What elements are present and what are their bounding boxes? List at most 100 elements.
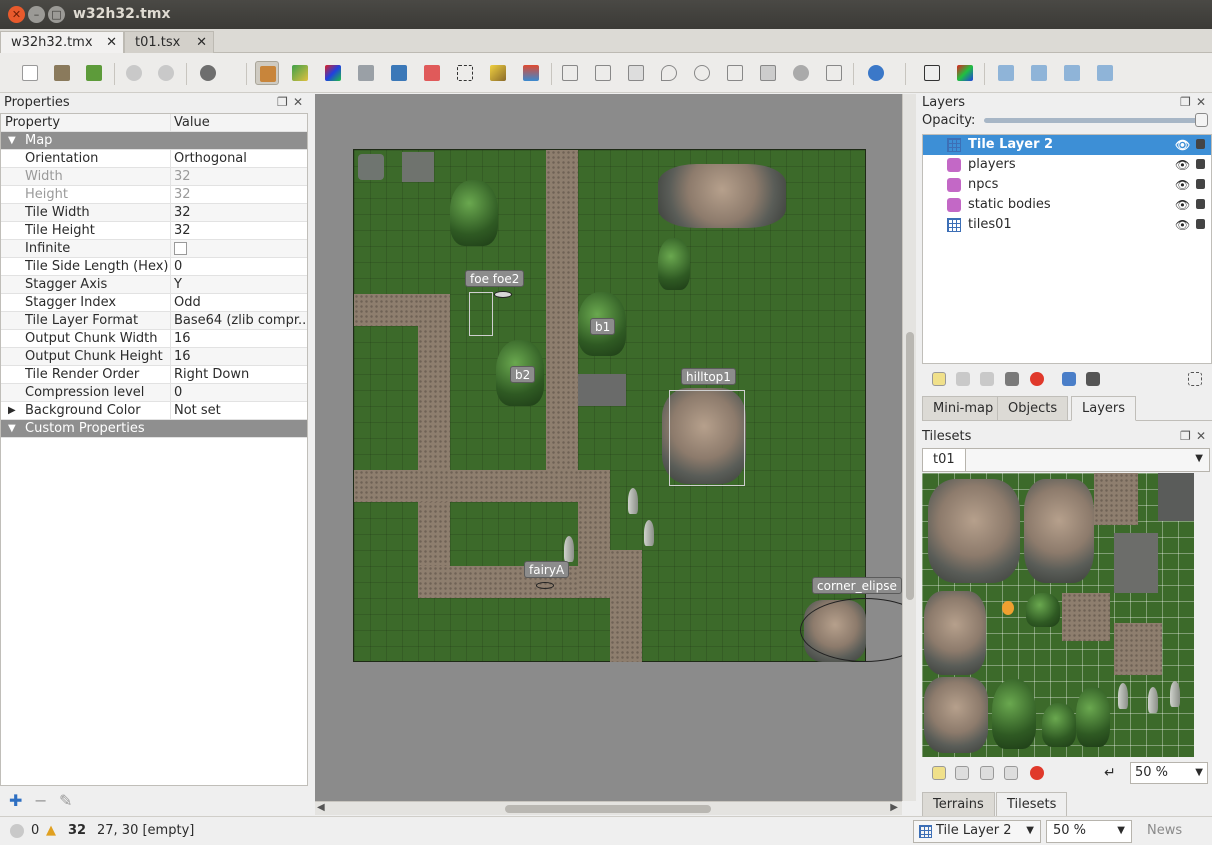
property-row[interactable]: Compression level 0	[1, 384, 307, 402]
property-row[interactable]: ▶ Background Color Not set	[1, 402, 307, 420]
warning-icon[interactable]: ▲	[46, 823, 56, 838]
property-value[interactable]: 32	[174, 186, 306, 203]
property-value[interactable]: Not set	[174, 402, 306, 419]
chevron-down-icon[interactable]: ▼	[1195, 453, 1203, 464]
property-value[interactable]: 32	[174, 168, 306, 185]
property-row[interactable]: Height 32	[1, 186, 307, 204]
insert-rectangle-icon[interactable]	[624, 61, 648, 85]
flip-horizontal-icon[interactable]	[994, 61, 1018, 85]
scroll-thumb[interactable]	[505, 805, 711, 813]
property-row[interactable]: Width 32	[1, 168, 307, 186]
tile-map[interactable]: foe foe2 b1 b2 hilltop1 fairyA corner_el…	[353, 149, 902, 662]
embed-tileset-icon[interactable]	[955, 766, 969, 780]
map-canvas[interactable]: foe foe2 b1 b2 hilltop1 fairyA corner_el…	[315, 94, 902, 801]
layer-item[interactable]: npcs 👁	[923, 175, 1211, 195]
shape-fill-icon[interactable]	[387, 61, 411, 85]
object-foe[interactable]	[469, 292, 493, 336]
commands-icon[interactable]	[196, 61, 220, 85]
layer-item[interactable]: players 👁	[923, 155, 1211, 175]
scroll-thumb[interactable]	[906, 332, 914, 600]
close-icon[interactable]: ✕	[196, 35, 207, 50]
lock-icon[interactable]	[1196, 159, 1205, 169]
bucket-fill-icon[interactable]	[354, 61, 378, 85]
insert-point-icon[interactable]	[657, 61, 681, 85]
column-header-property[interactable]: Property	[5, 114, 150, 131]
opacity-slider[interactable]	[984, 113, 1208, 127]
infinite-checkbox[interactable]	[174, 242, 187, 255]
property-row[interactable]: Orientation Orthogonal	[1, 150, 307, 168]
property-row[interactable]: Tile Height 32	[1, 222, 307, 240]
vertical-scrollbar[interactable]	[902, 94, 916, 801]
object-label-b1[interactable]: b1	[590, 318, 616, 335]
window-close-button[interactable]: ✕	[8, 6, 25, 23]
layer-item[interactable]: static bodies 👁	[923, 195, 1211, 215]
property-row[interactable]: Tile Side Length (Hex) 0	[1, 258, 307, 276]
tileset-tab[interactable]: t01	[923, 449, 966, 471]
new-map-icon[interactable]	[18, 61, 42, 85]
add-property-button[interactable]: ✚	[9, 791, 22, 810]
select-objects-icon[interactable]	[558, 61, 582, 85]
flip-vertical-icon[interactable]	[1027, 61, 1051, 85]
chevron-down-icon[interactable]: ▼	[1026, 825, 1034, 836]
float-icon[interactable]: ❐	[1180, 429, 1191, 443]
window-minimize-button[interactable]: –	[28, 6, 45, 23]
redo-icon[interactable]	[154, 61, 178, 85]
select-same-tile-icon[interactable]	[519, 61, 543, 85]
property-value[interactable]: 32	[174, 222, 306, 239]
float-icon[interactable]: ❐	[1180, 95, 1191, 109]
object-fairy-ellipse[interactable]	[536, 582, 554, 589]
new-layer-icon[interactable]	[932, 372, 946, 386]
property-row[interactable]: Tile Layer Format Base64 (zlib compr...	[1, 312, 307, 330]
property-value[interactable]: Base64 (zlib compr...	[174, 312, 306, 329]
edit-tileset-icon[interactable]	[1004, 766, 1018, 780]
layer-item[interactable]: tiles01 👁	[923, 215, 1211, 235]
property-value[interactable]: 0	[174, 258, 306, 275]
open-icon[interactable]	[50, 61, 74, 85]
tab-terrains[interactable]: Terrains	[922, 792, 995, 817]
property-value[interactable]: Orthogonal	[174, 150, 306, 167]
property-value[interactable]: 16	[174, 330, 306, 347]
window-maximize-button[interactable]: □	[48, 6, 65, 23]
property-row[interactable]: Output Chunk Width 16	[1, 330, 307, 348]
error-icon[interactable]	[10, 824, 24, 838]
news-button[interactable]: News	[1147, 823, 1182, 838]
edit-polygons-icon[interactable]	[591, 61, 615, 85]
chevron-down-icon[interactable]: ▼	[1117, 825, 1125, 836]
magic-wand-icon[interactable]	[486, 61, 510, 85]
object-foe2-ellipse[interactable]	[494, 291, 512, 298]
tileset-zoom-select[interactable]: 50 % ▼	[1130, 762, 1208, 784]
property-value[interactable]: Odd	[174, 294, 306, 311]
property-value[interactable]: 16	[174, 348, 306, 365]
duplicate-layer-icon[interactable]	[1005, 372, 1019, 386]
group-map[interactable]: ▼ Map	[1, 132, 307, 150]
lower-layer-icon[interactable]	[980, 372, 994, 386]
raise-layer-icon[interactable]	[956, 372, 970, 386]
close-icon[interactable]: ✕	[293, 95, 303, 109]
object-label-corner[interactable]: corner_elipse	[812, 577, 902, 594]
terrain-brush-icon[interactable]	[288, 61, 312, 85]
undo-icon[interactable]	[122, 61, 146, 85]
insert-template-icon[interactable]	[789, 61, 813, 85]
slider-handle[interactable]	[1195, 113, 1208, 127]
chevron-down-icon[interactable]: ▼	[1195, 767, 1203, 778]
remove-tileset-icon[interactable]	[1030, 766, 1044, 780]
tab-layers[interactable]: Layers	[1071, 396, 1137, 421]
eye-icon[interactable]: 👁	[1175, 195, 1190, 215]
close-icon[interactable]: ✕	[1196, 95, 1206, 109]
wang-fill-icon[interactable]	[953, 61, 977, 85]
eye-icon[interactable]: 👁	[1175, 215, 1190, 235]
tab-tilesets[interactable]: Tilesets	[996, 792, 1068, 817]
save-icon[interactable]	[82, 61, 106, 85]
insert-text-icon[interactable]	[822, 61, 846, 85]
scroll-right-icon[interactable]: ▶	[890, 802, 898, 813]
move-icon[interactable]	[864, 61, 888, 85]
layer-visibility-icon[interactable]	[1062, 372, 1076, 386]
horizontal-scrollbar[interactable]: ◀ ▶	[315, 801, 902, 815]
map-zoom-select[interactable]: 50 % ▼	[1046, 820, 1132, 843]
property-value[interactable]: Right Down	[174, 366, 306, 383]
insert-ellipse-icon[interactable]	[690, 61, 714, 85]
rect-select-icon[interactable]	[453, 61, 477, 85]
property-row[interactable]: Stagger Axis Y	[1, 276, 307, 294]
rotate-left-icon[interactable]	[1060, 61, 1084, 85]
remove-property-button[interactable]: −	[34, 791, 47, 810]
